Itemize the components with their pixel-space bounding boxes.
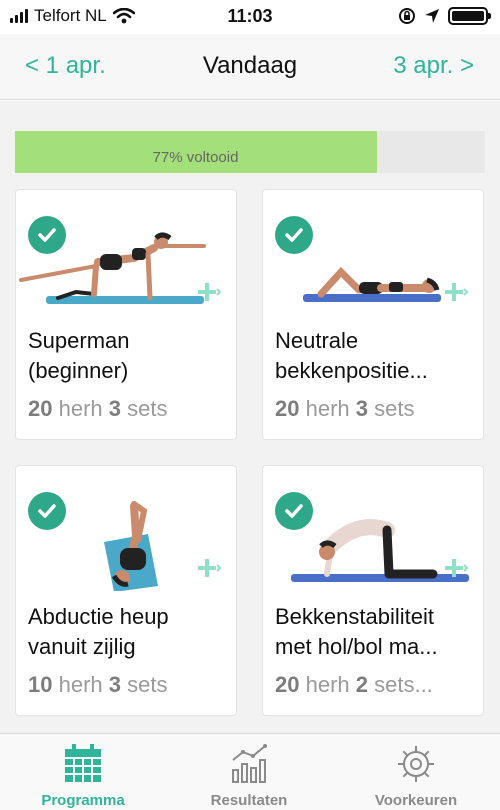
reps-count: 20 [28,396,53,421]
sets-unit: sets [121,672,168,697]
date-navigation-bar: < 1 apr. Vandaag 3 apr. > [0,34,500,100]
exercise-name: Superman (beginner) [28,328,130,383]
exercise-name: Neutrale bekkenpositie... [275,328,428,383]
next-day-button[interactable]: 3 apr. > [393,52,474,80]
add-exercise-icon[interactable] [198,556,222,580]
calendar-icon [65,744,101,782]
reps-unit: herh [299,672,356,697]
exercise-reps: 20 herh 2 sets... [275,672,433,698]
chart-icon [232,744,267,783]
battery-fill [452,11,484,21]
reps-count: 20 [275,672,300,697]
gear-icon [398,746,434,782]
progress-bar: 77% voltooid [15,131,485,173]
tab-label: Resultaten [210,792,288,809]
add-exercise-icon[interactable] [445,556,469,580]
exercise-card[interactable]: Superman (beginner) 20 herh 3 sets [15,189,237,440]
sets-unit: sets [121,396,168,421]
exercise-card[interactable]: Neutrale bekkenpositie... 20 herh 3 sets [262,189,484,440]
exercise-reps: 20 herh 3 sets [28,396,167,422]
exercise-reps: 20 herh 3 sets [275,396,414,422]
sets-count: 2 [355,672,368,697]
reps-count: 10 [28,672,53,697]
reps-unit: herh [299,396,356,421]
tab-voorkeuren[interactable]: Voorkeuren [333,734,499,810]
status-bar: Telfort NL 11:03 [0,0,500,34]
exercise-name: Abductie heup vanuit zijlig [28,604,169,659]
tab-resultaten[interactable]: Resultaten [166,734,332,810]
tab-label: Voorkeuren [374,792,458,809]
tab-bar: Programma Resultaten Voorkeuren [0,733,500,810]
reps-count: 20 [275,396,300,421]
tab-programma[interactable]: Programma [0,734,166,810]
completed-check-icon [28,492,66,530]
battery-icon [448,7,491,25]
sets-unit: sets... [368,672,433,697]
sets-unit: sets [368,396,415,421]
completed-check-icon [275,492,313,530]
exercise-card[interactable]: Abductie heup vanuit zijlig 10 herh 3 se… [15,465,237,716]
tab-label: Programma [41,792,125,809]
sets-count: 3 [355,396,368,421]
add-exercise-icon[interactable] [198,280,222,304]
sets-count: 3 [108,396,121,421]
sets-count: 3 [108,672,121,697]
add-exercise-icon[interactable] [445,280,469,304]
rotation-lock-icon [399,8,415,24]
reps-unit: herh [52,672,109,697]
exercise-reps: 10 herh 3 sets [28,672,167,698]
progress-label: 77% voltooid [152,149,239,166]
exercise-list[interactable]: 77% voltooid Superman (beginner) 20 herh… [0,101,500,733]
completed-check-icon [28,216,66,254]
reps-unit: herh [52,396,109,421]
location-icon [425,9,439,23]
exercise-name: Bekkenstabiliteit met hol/bol ma... [275,604,438,659]
exercise-card[interactable]: Bekkenstabiliteit met hol/bol ma... 20 h… [262,465,484,716]
completed-check-icon [275,216,313,254]
